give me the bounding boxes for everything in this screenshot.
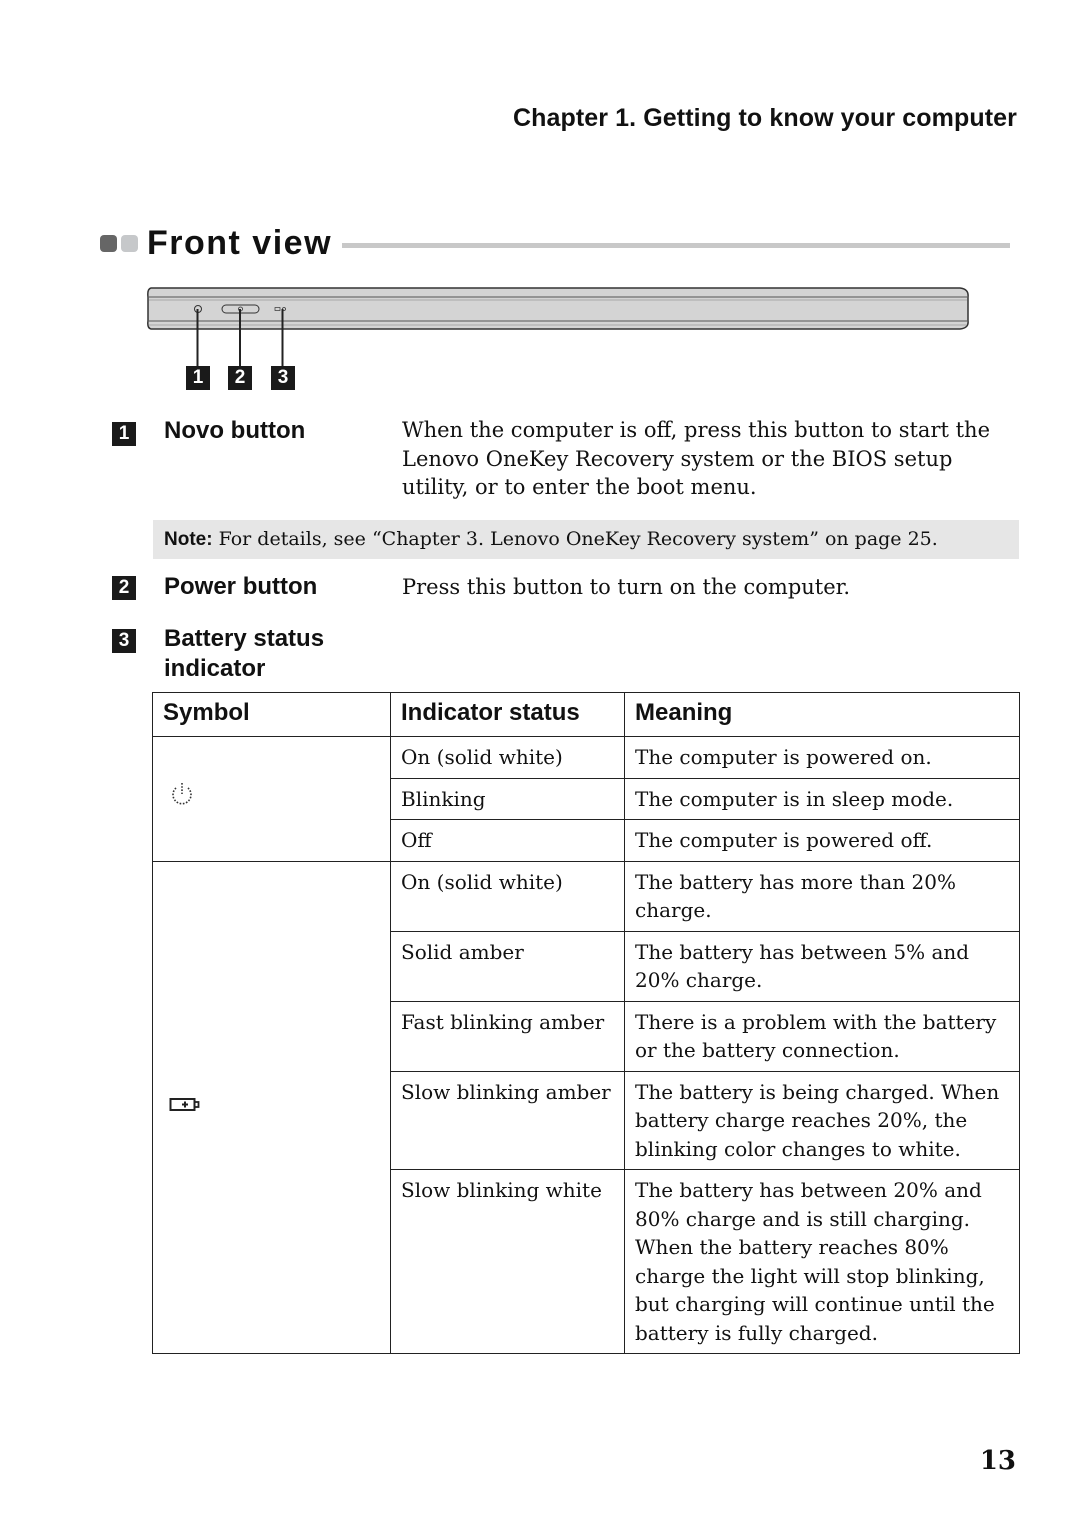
- header-symbol: Symbol: [152, 692, 391, 737]
- meaning-cell: There is a problem with the battery or t…: [624, 1000, 1020, 1072]
- meaning-cell: The computer is powered on.: [624, 736, 1020, 779]
- meaning-cell: The computer is powered off.: [624, 819, 1020, 862]
- status-cell: Slow blinking white: [390, 1169, 625, 1354]
- item-label-power: Power button: [164, 573, 318, 600]
- symbol-cell-battery: [152, 860, 391, 1354]
- chapter-header: Chapter 1. Getting to know your computer: [512, 104, 1017, 132]
- status-cell: Fast blinking amber: [390, 1000, 625, 1072]
- status-cell: On (solid white): [390, 736, 625, 779]
- symbol-cell-power: [152, 736, 391, 862]
- status-cell: Blinking: [390, 777, 625, 820]
- item-number-3: 3: [112, 629, 136, 653]
- section-title: Front view: [100, 222, 1010, 264]
- meaning-cell: The computer is in sleep mode.: [624, 777, 1020, 820]
- callout-1: 1: [186, 366, 210, 390]
- item-label-novo: Novo button: [164, 417, 306, 444]
- callout-2: 2: [228, 366, 252, 390]
- item-number-1: 1: [112, 422, 136, 446]
- section-title-text: Front view: [147, 223, 333, 262]
- callout-leader-lines: [196, 309, 284, 367]
- battery-icon: [169, 1098, 200, 1111]
- item-number-2: 2: [112, 576, 136, 600]
- power-icon: [172, 783, 192, 805]
- header-meaning: Meaning: [624, 692, 1020, 737]
- meaning-cell: The battery has between 5% and 20% charg…: [624, 930, 1020, 1002]
- item-label-battery: Battery status indicator: [164, 625, 325, 682]
- note-label: Note:: [164, 529, 213, 550]
- status-cell: Solid amber: [390, 930, 625, 1002]
- meaning-cell: The battery has between 20% and 80% char…: [624, 1169, 1020, 1354]
- header-indicator-status: Indicator status: [390, 692, 625, 737]
- section-bullet-light: [121, 234, 138, 252]
- item-desc-power: Press this button to turn on the compute…: [402, 575, 851, 599]
- callout-3: 3: [271, 366, 295, 390]
- status-cell: On (solid white): [390, 860, 625, 932]
- meaning-cell: The battery has more than 20% charge.: [624, 860, 1020, 932]
- table-row: On (solid white) The computer is powered…: [152, 736, 1020, 862]
- note-box: Note: For details, see “Chapter 3. Lenov…: [153, 520, 1019, 559]
- table-header-row: Symbol Indicator status Meaning: [152, 692, 1020, 737]
- indicator-status-table: Symbol Indicator status Meaning On (soli…: [152, 692, 1020, 1354]
- section-title-rule: [342, 242, 1010, 248]
- meaning-cell: The battery is being charged. When batte…: [624, 1070, 1020, 1170]
- section-bullet-dark: [100, 234, 117, 252]
- item-desc-novo: When the computer is off, press this but…: [402, 418, 990, 499]
- status-cell: Off: [390, 819, 625, 862]
- page-number: 13: [979, 1446, 1016, 1476]
- status-cell: Slow blinking amber: [390, 1070, 625, 1170]
- table-row: On (solid white) The battery has more th…: [152, 860, 1020, 1354]
- note-text: For details, see “Chapter 3. Lenovo OneK…: [212, 528, 938, 550]
